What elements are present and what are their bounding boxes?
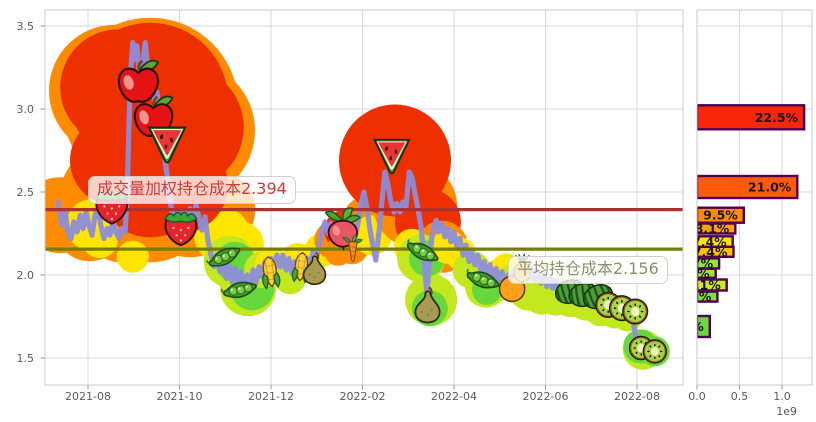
- vwap-cost-label: 成交量加权持仓成本2.394: [88, 176, 296, 204]
- y-tick-label: 3.5: [17, 20, 35, 33]
- x-tick-label: 2021-10: [157, 390, 203, 403]
- avg-cost-label: 平均持仓成本2.156: [508, 256, 668, 284]
- volume-bar-labels-layer: 22.5%21.0%9.5%8.1%7.4%7.4%4.7%4.0%6.1%4.…: [669, 110, 798, 334]
- figure: 22.5%21.0%9.5%8.1%7.4%7.4%4.7%4.0%6.1%4.…: [0, 0, 816, 422]
- x-tick-label: 1.0: [773, 390, 791, 403]
- y-tick-label: 2.5: [17, 186, 35, 199]
- kiwi-icon: [623, 299, 648, 324]
- x-tick-label: 2022-02: [340, 390, 386, 403]
- volume-bubble: [117, 241, 149, 273]
- y-tick-label: 1.5: [17, 352, 35, 365]
- kiwi-icon: [643, 340, 666, 363]
- volume-bar-pct-label: 21.0%: [748, 180, 792, 195]
- x-tick-label: 2022-04: [431, 390, 477, 403]
- x-tick-label: 2022-08: [614, 390, 660, 403]
- chart-canvas: 22.5%21.0%9.5%8.1%7.4%7.4%4.7%4.0%6.1%4.…: [0, 0, 816, 422]
- y-tick-label: 3.0: [17, 103, 35, 116]
- axis-exponent-label: 1e9: [776, 405, 797, 418]
- volume-bar-pct-label: 2.6%: [669, 319, 704, 334]
- x-tick-label: 0.5: [731, 390, 749, 403]
- x-tick-label: 0.0: [688, 390, 706, 403]
- right-axis-ticks: 0.0 0.5 1.0 1e9: [688, 385, 797, 418]
- volume-bar-pct-label: 4.1%: [677, 289, 712, 304]
- x-tick-label: 2022-06: [523, 390, 569, 403]
- volume-bar-pct-label: 22.5%: [755, 110, 799, 125]
- x-tick-label: 2021-12: [248, 390, 294, 403]
- x-tick-label: 2021-08: [65, 390, 111, 403]
- y-tick-label: 2.0: [17, 269, 35, 282]
